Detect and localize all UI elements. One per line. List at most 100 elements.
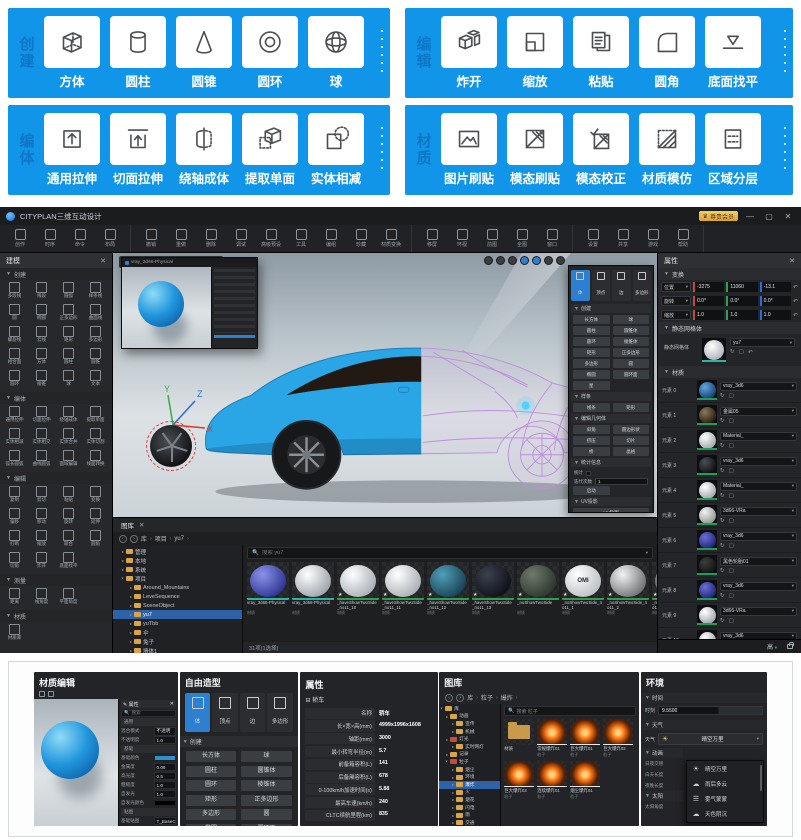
create-shape-button[interactable]: 长方体 (186, 751, 237, 762)
tool-button[interactable]: 实体切割 (82, 428, 109, 449)
browse-icon[interactable]: ↻ (720, 418, 725, 424)
create-shape-button[interactable]: 矩形 (573, 348, 610, 357)
tool-button[interactable]: 圆环 (1, 370, 28, 391)
y-value[interactable]: 0.0° (726, 296, 757, 306)
tool-button[interactable]: 正多边形 (55, 304, 82, 325)
tree-item[interactable]: ▸机械 (439, 728, 500, 736)
tool-button[interactable]: 偏移 (1, 508, 28, 529)
tool-region-layer[interactable]: 区域分层 (703, 113, 763, 187)
tool-scale[interactable]: 缩放 (505, 16, 565, 90)
tool-button[interactable]: 多边形 (82, 326, 109, 347)
create-shape-button[interactable]: 多边形 (573, 359, 610, 368)
material-property-row[interactable]: 混合模式不透明 (121, 727, 176, 735)
asset-thumbnail[interactable]: ★_noShowTwoSide_no11_2材质 (607, 562, 649, 640)
material-property-row[interactable]: 不透明度1.0 (121, 736, 176, 744)
toolbar-button[interactable]: 命令 (65, 229, 95, 249)
browse-icon[interactable]: ↻ (720, 468, 725, 474)
tool-subtract[interactable]: 实体相减 (306, 113, 366, 187)
tree-item[interactable]: ▸交通 (439, 819, 500, 826)
section-header[interactable]: ▼编辑几何体 (571, 414, 651, 423)
copy-icon[interactable]: ▢ (729, 568, 734, 574)
toolbar-button[interactable]: 珍藏 (346, 229, 376, 249)
freeform-tab[interactable]: 体 (185, 693, 211, 732)
tool-extract-face[interactable]: 提取单面 (240, 113, 300, 187)
tree-item[interactable]: ▸粒子 (439, 758, 500, 766)
effect-thumbnail[interactable]: 连续爆炸01粒子 (537, 761, 567, 800)
tree-item[interactable]: ▸LeveSequence (113, 592, 242, 601)
asset-thumbnail[interactable]: ★_haveShowTwoSide_no11_13材质 (472, 562, 514, 640)
save-icon[interactable] (39, 691, 45, 697)
tool-button[interactable]: 圆锥 (82, 348, 109, 369)
transform-dropdown[interactable]: 旋转▾ (661, 296, 691, 306)
tree-item[interactable]: ▸雨 (439, 811, 500, 819)
create-shape-button[interactable]: 长方体 (573, 315, 610, 324)
tool-extrude[interactable]: 通用拉伸 (42, 113, 102, 187)
material-property-row[interactable]: 基础 (121, 745, 176, 753)
section-header[interactable]: ▼创建 (180, 736, 298, 747)
freeform-tab[interactable]: 多边形 (633, 270, 652, 301)
transform-dropdown[interactable]: 缩放▾ (661, 310, 691, 320)
tool-modal-correct[interactable]: 模态校正 (571, 113, 631, 187)
material-dropdown[interactable]: 3d66-VRa▾ (720, 507, 797, 516)
browse-icon[interactable]: ↻ (720, 593, 725, 599)
browse-icon[interactable]: ↻ (720, 393, 725, 399)
copy-icon[interactable]: ▢ (729, 593, 734, 599)
copy-icon[interactable]: ▢ (729, 618, 734, 624)
material-thumbnail[interactable] (697, 430, 717, 450)
material-property-row[interactable]: 自发光颜色 (121, 799, 176, 807)
tree-item[interactable]: ▸动画 (439, 713, 500, 721)
tree-item[interactable]: ▸火 (439, 789, 500, 797)
3d-viewport[interactable]: Y Z X vray_3d66-Physical (113, 253, 657, 517)
material-dropdown[interactable]: Material_▾ (720, 482, 797, 491)
copy-icon[interactable]: ▢ (729, 418, 734, 424)
breadcrumb-item[interactable]: 库 (141, 534, 147, 543)
breadcrumb-item[interactable]: 项目 (155, 534, 167, 543)
start-button[interactable]: 启动 (573, 486, 610, 495)
tool-button[interactable]: 切面拉伸 (28, 406, 55, 427)
material-property-row[interactable]: 自发光1.0 (121, 790, 176, 798)
view-button[interactable] (484, 256, 493, 265)
view-button[interactable] (508, 256, 517, 265)
copy-icon[interactable]: ▢ (729, 543, 734, 549)
y-value[interactable]: 11060 (726, 282, 757, 292)
material-dropdown[interactable]: Material_▾ (720, 432, 797, 441)
anim-setting-label[interactable]: 日夜交替 (641, 758, 683, 769)
tree-item[interactable]: ▸本地 (113, 556, 242, 565)
tool-button[interactable]: 曲线圆弧 (28, 450, 55, 471)
create-shape-button[interactable]: 圆柱 (573, 326, 610, 335)
geometry-edit-button[interactable]: 晶格 (613, 447, 650, 456)
asset-thumbnail[interactable]: ★_haveShowTwoSide_no11_10材质 (337, 562, 379, 640)
tool-button[interactable]: 圆角 (82, 530, 109, 551)
gallery-search[interactable]: 🔍搜索 粒子 (504, 706, 636, 716)
tool-revolve[interactable]: 绕轴成体 (174, 113, 234, 187)
material-thumbnail[interactable] (697, 605, 717, 625)
tool-cone[interactable]: 圆锥 (174, 16, 234, 90)
view-button-active[interactable] (532, 256, 541, 265)
dock-tab-label[interactable]: 图库 (121, 520, 134, 530)
create-shape-button[interactable]: 圆锥体 (613, 326, 650, 335)
tool-button[interactable]: 文本 (82, 370, 109, 391)
browse-icon[interactable]: ↻ (720, 443, 725, 449)
browse-icon[interactable]: ↻ (720, 568, 725, 574)
section-header[interactable]: ▼样条 (571, 392, 651, 401)
create-shape-button[interactable]: 圆锥体 (241, 766, 292, 777)
close-button[interactable]: ✕ (781, 212, 795, 221)
freeform-tab[interactable]: 多边形 (267, 693, 293, 732)
tool-button[interactable]: 椭圆 (28, 304, 55, 325)
tool-button[interactable]: 实体相减 (1, 428, 28, 449)
sun-setting-label[interactable]: 太阳角度 (641, 801, 683, 812)
tool-button[interactable]: 曲面线 (82, 304, 109, 325)
toolbar-button[interactable]: 工具 (286, 229, 316, 249)
material-thumbnail[interactable] (697, 480, 717, 500)
iteration-value[interactable]: 1 (595, 478, 648, 485)
transform-dropdown[interactable]: 位置▾ (661, 282, 691, 292)
tool-torus[interactable]: 圆环 (240, 16, 300, 90)
tree-item[interactable]: ▸SceneObject (113, 601, 242, 610)
tool-button[interactable]: 线段 (28, 282, 55, 303)
tool-button[interactable]: 切角 (1, 552, 28, 573)
tool-button[interactable]: 延伸 (82, 508, 109, 529)
spline-button[interactable]: 线条 (573, 403, 610, 412)
section-header[interactable]: ▼创建 (0, 268, 112, 280)
material-property-row[interactable]: 基础贴图T_BaseC.. (121, 817, 176, 825)
tool-button[interactable]: 矩形 (55, 326, 82, 347)
